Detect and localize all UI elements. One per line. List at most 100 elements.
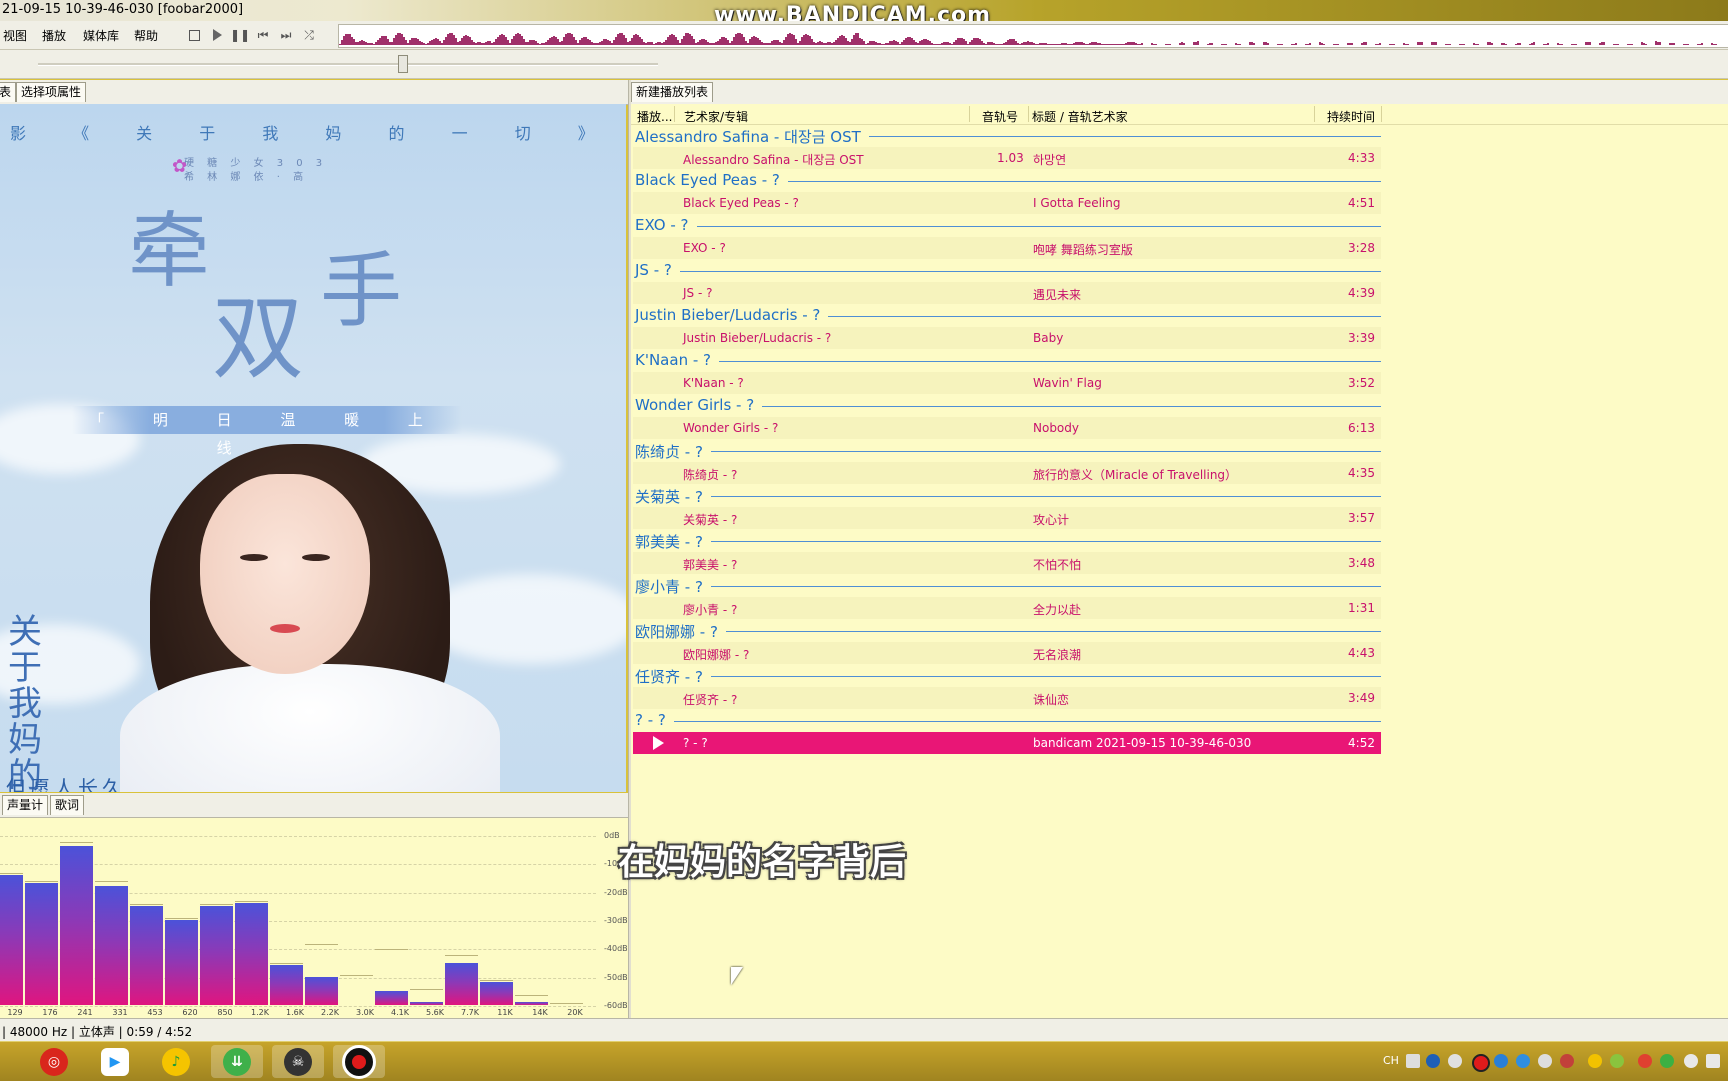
random-button[interactable]: ⤮ bbox=[300, 26, 318, 44]
group-header[interactable]: 陈绮贞 - ? bbox=[633, 439, 1381, 462]
spectrum-bar bbox=[130, 905, 163, 1005]
tab-list[interactable]: 表 bbox=[0, 82, 17, 102]
track-row[interactable]: Wonder Girls - ? Nobody 6:13 bbox=[633, 417, 1381, 439]
track-row[interactable]: Alessandro Safina - 대장금 OST 1.03 하망연 4:33 bbox=[633, 147, 1381, 169]
column-playing[interactable]: 播放... bbox=[637, 108, 672, 125]
group-header[interactable]: 欧阳娜娜 - ? bbox=[633, 619, 1381, 642]
group-header[interactable]: 关菊英 - ? bbox=[633, 484, 1381, 507]
group-divider bbox=[635, 496, 1381, 497]
group-header[interactable]: EXO - ? bbox=[633, 214, 1381, 236]
tray-volume-icon[interactable] bbox=[1638, 1054, 1652, 1068]
group-header[interactable]: Black Eyed Peas - ? bbox=[633, 169, 1381, 191]
db-label: -20dB bbox=[604, 887, 628, 897]
portrait-face bbox=[200, 474, 370, 674]
seekbar-thumb[interactable] bbox=[398, 55, 408, 73]
spectrum-peak bbox=[95, 881, 128, 883]
menu-help[interactable]: 帮助 bbox=[134, 27, 158, 44]
group-header[interactable]: K'Naan - ? bbox=[633, 349, 1381, 371]
group-header[interactable]: Justin Bieber/Ludacris - ? bbox=[633, 304, 1381, 326]
track-row[interactable]: K'Naan - ? Wavin' Flag 3:52 bbox=[633, 372, 1381, 394]
track-duration: 6:13 bbox=[1348, 421, 1375, 435]
track-row[interactable]: 关菊英 - ? 攻心计 3:57 bbox=[633, 507, 1381, 529]
group-header[interactable]: JS - ? bbox=[633, 259, 1381, 281]
spectrum-peak bbox=[0, 872, 23, 874]
menu-library[interactable]: 媒体库 bbox=[83, 27, 119, 44]
track-row[interactable]: Justin Bieber/Ludacris - ? Baby 3:39 bbox=[633, 327, 1381, 349]
track-title: I Gotta Feeling bbox=[1033, 196, 1121, 210]
play-button[interactable] bbox=[208, 26, 226, 44]
group-divider bbox=[635, 676, 1381, 677]
tray-keyboard-icon[interactable] bbox=[1406, 1054, 1420, 1068]
track-title: 无名浪潮 bbox=[1033, 648, 1082, 662]
spectrum-bar bbox=[25, 883, 58, 1005]
track-row[interactable]: EXO - ? 咆哮 舞蹈练习室版 3:28 bbox=[633, 237, 1381, 259]
track-row[interactable]: 廖小青 - ? 全力以赴 1:31 bbox=[633, 597, 1381, 619]
seekbar-track[interactable] bbox=[38, 63, 658, 66]
stop-button[interactable] bbox=[185, 26, 203, 44]
taskbar-qq-music[interactable]: ♪ bbox=[150, 1045, 202, 1078]
pause-icon: ❚❚ bbox=[229, 28, 251, 42]
column-artist-album[interactable]: 艺术家/专辑 bbox=[684, 108, 748, 125]
spectrum-peak bbox=[25, 881, 58, 883]
tray-smile-icon[interactable] bbox=[1588, 1054, 1602, 1068]
previous-button[interactable]: ⏮ bbox=[254, 26, 272, 44]
pause-button[interactable]: ❚❚ bbox=[229, 26, 251, 44]
db-label: -30dB bbox=[604, 916, 628, 925]
tray-plus-icon[interactable] bbox=[1610, 1054, 1624, 1068]
tab-volume-meter[interactable]: 声量计 bbox=[2, 795, 49, 815]
taskbar-foobar[interactable]: ☠ bbox=[272, 1045, 324, 1078]
track-duration: 4:33 bbox=[1348, 151, 1375, 165]
track-row[interactable]: 欧阳娜娜 - ? 无名浪潮 4:43 bbox=[633, 642, 1381, 664]
track-title: Baby bbox=[1033, 331, 1064, 345]
tab-selection-properties[interactable]: 选择项属性 bbox=[16, 82, 87, 102]
track-row[interactable]: Black Eyed Peas - ? I Gotta Feeling 4:51 bbox=[633, 192, 1381, 214]
window-title: 21-09-15 10-39-46-030 [foobar2000] bbox=[2, 2, 244, 17]
next-button[interactable]: ⏭ bbox=[277, 26, 295, 44]
tab-new-playlist[interactable]: 新建播放列表 bbox=[631, 82, 714, 102]
tab-lyrics[interactable]: 歌词 bbox=[50, 795, 85, 815]
column-duration[interactable]: 持续时间 bbox=[1327, 108, 1375, 125]
tray-app-icon[interactable] bbox=[1560, 1054, 1574, 1068]
youku-icon: ▶ bbox=[101, 1047, 129, 1076]
column-track-no[interactable]: 音轨号 bbox=[982, 108, 1018, 125]
column-title[interactable]: 标题 / 音轨艺术家 bbox=[1032, 108, 1128, 125]
tray-power-icon[interactable] bbox=[1538, 1054, 1552, 1068]
track-row[interactable]: 陈绮贞 - ? 旅行的意义（Miracle of Travelling） 4:35 bbox=[633, 462, 1381, 484]
tray-network-icon[interactable] bbox=[1706, 1054, 1720, 1068]
tray-arrow-icon[interactable] bbox=[1448, 1054, 1462, 1068]
menu-playback[interactable]: 播放 bbox=[42, 27, 66, 44]
spectrum-bar bbox=[515, 1002, 548, 1005]
group-header[interactable]: Alessandro Safina - 대장금 OST bbox=[633, 124, 1381, 147]
track-artist-album: Black Eyed Peas - ? bbox=[683, 196, 799, 210]
group-header[interactable]: ? - ? bbox=[633, 709, 1381, 731]
frequency-label: 2.2K bbox=[321, 1008, 339, 1017]
group-header[interactable]: 廖小青 - ? bbox=[633, 574, 1381, 597]
group-divider bbox=[635, 451, 1381, 452]
tray-help-icon[interactable] bbox=[1426, 1054, 1440, 1068]
cover-vertical-title: 关于我妈的一切 bbox=[8, 612, 42, 792]
track-title: 诛仙恋 bbox=[1033, 693, 1070, 707]
track-row[interactable]: JS - ? 遇见未来 4:39 bbox=[633, 282, 1381, 304]
tray-speaker-icon[interactable] bbox=[1684, 1054, 1698, 1068]
portrait-body bbox=[120, 664, 500, 792]
spectrum-peak bbox=[445, 954, 478, 956]
group-header[interactable]: 郭美美 - ? bbox=[633, 529, 1381, 552]
taskbar-bandicam[interactable] bbox=[333, 1044, 385, 1079]
tray-shield-icon[interactable] bbox=[1516, 1054, 1530, 1068]
taskbar-downloader[interactable]: ⇊ bbox=[211, 1045, 263, 1078]
track-row-playing[interactable]: ? - ? bandicam 2021-09-15 10-39-46-030 4:5… bbox=[633, 732, 1381, 754]
taskbar-youku[interactable]: ▶ bbox=[89, 1045, 141, 1078]
taskbar-netease-music[interactable]: ◎ bbox=[28, 1045, 80, 1078]
group-header[interactable]: 任贤齐 - ? bbox=[633, 664, 1381, 687]
track-row[interactable]: 任贤齐 - ? 诛仙恋 3:49 bbox=[633, 687, 1381, 709]
track-row[interactable]: 郭美美 - ? 不怕不怕 3:48 bbox=[633, 552, 1381, 574]
group-title: 廖小青 - ? bbox=[635, 576, 711, 597]
stop-icon bbox=[188, 29, 200, 41]
menu-view[interactable]: 视图 bbox=[3, 27, 27, 44]
tray-k-icon[interactable] bbox=[1494, 1054, 1508, 1068]
tray-green-icon[interactable] bbox=[1660, 1054, 1674, 1068]
tray-language[interactable]: CH bbox=[1383, 1054, 1399, 1067]
spectrum-peak bbox=[235, 901, 268, 902]
tray-record-icon[interactable] bbox=[1472, 1054, 1490, 1072]
group-header[interactable]: Wonder Girls - ? bbox=[633, 394, 1381, 416]
